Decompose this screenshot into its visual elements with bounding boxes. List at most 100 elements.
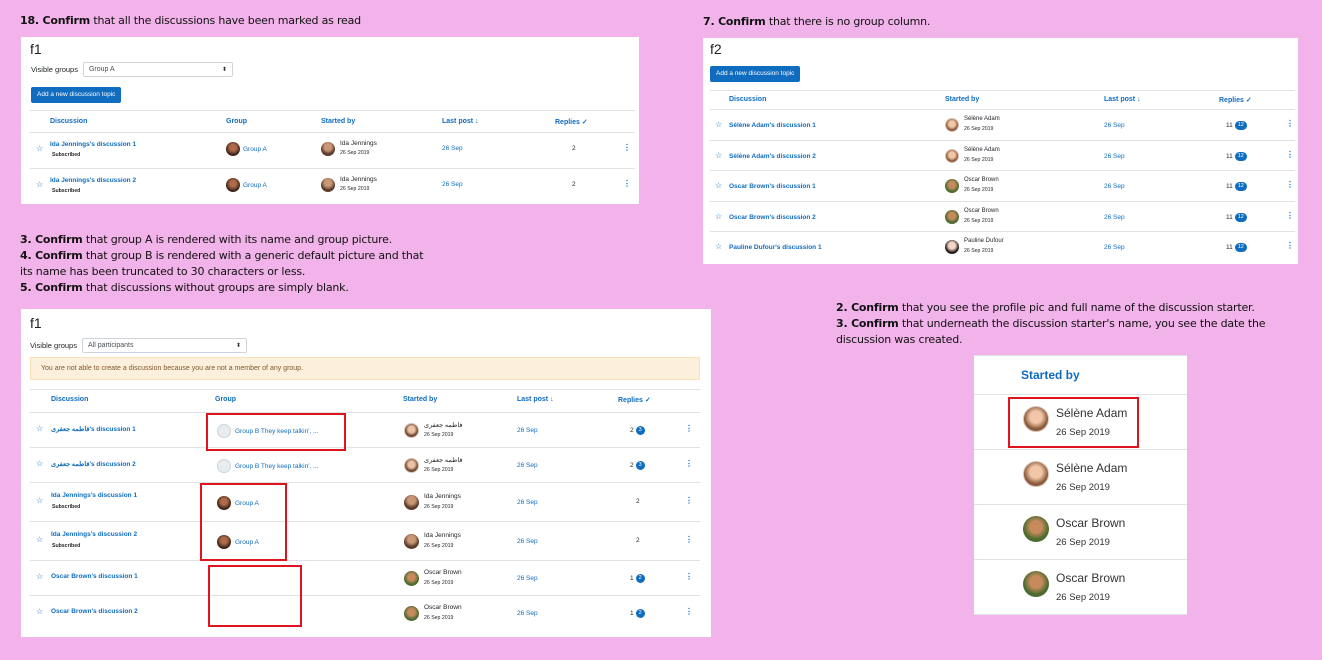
discussion-title-link[interactable]: Pauline Dufour's discussion 1	[729, 244, 822, 251]
col-header-replies[interactable]: Replies ✓	[1219, 96, 1252, 104]
kebab-icon[interactable]: ⋮	[685, 572, 693, 581]
last-post-link[interactable]: 26 Sep	[1104, 244, 1125, 251]
table-row: ☆ فاطمه جعفری's discussion 1 Group B They …	[21, 413, 711, 448]
kebab-icon[interactable]: ⋮	[685, 496, 693, 505]
col-header-group[interactable]: Group	[215, 396, 236, 403]
kebab-icon[interactable]: ⋮	[1286, 241, 1294, 250]
last-post-link[interactable]: 26 Sep	[517, 462, 538, 469]
last-post-link[interactable]: 26 Sep	[517, 538, 538, 545]
unread-badge[interactable]: 3	[635, 426, 645, 435]
star-icon[interactable]: ☆	[36, 572, 43, 581]
last-post-link[interactable]: 26 Sep	[1104, 122, 1125, 129]
last-post-link[interactable]: 26 Sep	[517, 499, 538, 506]
add-discussion-button[interactable]: Add a new discussion topic	[710, 66, 801, 82]
group-name-link[interactable]: Group B They keep talkin', ...	[235, 463, 319, 470]
star-icon[interactable]: ☆	[715, 151, 722, 160]
group-name-link[interactable]: Group A	[243, 182, 267, 189]
group-name-link[interactable]: Group A	[243, 146, 267, 153]
col-header-discussion[interactable]: Discussion	[51, 396, 88, 403]
col-header-discussion[interactable]: Discussion	[729, 96, 766, 103]
star-icon[interactable]: ☆	[36, 496, 43, 505]
star-icon[interactable]: ☆	[36, 535, 43, 544]
highlight-group-b	[206, 413, 346, 451]
unread-badge[interactable]: 12	[1234, 151, 1247, 161]
discussion-title-link[interactable]: Ida Jennings's discussion 2	[50, 177, 136, 184]
group-cell[interactable]: Group B They keep talkin', ...	[217, 459, 319, 473]
group-cell[interactable]: Group A	[226, 142, 267, 156]
unread-badge[interactable]: 2	[635, 574, 645, 583]
divider	[30, 110, 635, 111]
starter-date: 26 Sep 2019	[964, 156, 994, 163]
unread-badge[interactable]: 3	[635, 461, 645, 470]
star-icon[interactable]: ☆	[36, 424, 43, 433]
col-header-group[interactable]: Group	[226, 118, 247, 125]
col-header-last-post[interactable]: Last post ↓	[517, 396, 554, 403]
discussion-title-link[interactable]: Ida Jennings's discussion 2	[51, 531, 137, 538]
discussion-title-link[interactable]: Ida Jennings's discussion 1	[50, 141, 136, 148]
unread-badge[interactable]: 12	[1234, 121, 1247, 130]
last-post-link[interactable]: 26 Sep	[442, 145, 463, 152]
kebab-icon[interactable]: ⋮	[685, 607, 693, 616]
unread-badge[interactable]: 12	[1234, 182, 1247, 191]
kebab-icon[interactable]: ⋮	[1286, 211, 1294, 220]
kebab-icon[interactable]: ⋮	[685, 459, 693, 468]
starter-date: 26 Sep 2019	[964, 217, 994, 224]
last-post-link[interactable]: 26 Sep	[517, 575, 538, 582]
col-header-started-by[interactable]: Started by	[945, 96, 979, 103]
star-icon[interactable]: ☆	[36, 180, 43, 189]
discussion-title-link[interactable]: Oscar Brown's discussion 2	[51, 608, 138, 615]
unread-badge[interactable]: 2	[635, 609, 645, 618]
col-header-started-by[interactable]: Started by	[403, 396, 437, 403]
last-post-link[interactable]: 26 Sep	[1104, 153, 1125, 160]
kebab-icon[interactable]: ⋮	[685, 424, 693, 433]
kebab-icon[interactable]: ⋮	[1286, 119, 1294, 128]
starter-name: فاطمه جعفری	[424, 422, 463, 429]
last-post-link[interactable]: 26 Sep	[1104, 214, 1125, 221]
group-cell[interactable]: Group A	[226, 178, 267, 192]
discussion-title-link[interactable]: Oscar Brown's discussion 2	[729, 214, 816, 221]
group-select[interactable]: All participants ⬍	[81, 338, 247, 353]
star-icon[interactable]: ☆	[36, 144, 43, 153]
star-icon[interactable]: ☆	[715, 181, 722, 190]
discussion-title-link[interactable]: فاطمه جعفری's discussion 1	[51, 425, 136, 433]
unread-badge[interactable]: 12	[1234, 212, 1247, 222]
col-header-replies[interactable]: Replies ✓	[618, 396, 651, 404]
col-header-discussion[interactable]: Discussion	[50, 118, 87, 125]
last-post-link[interactable]: 26 Sep	[517, 427, 538, 434]
star-icon[interactable]: ☆	[715, 120, 722, 129]
add-discussion-button[interactable]: Add a new discussion topic	[31, 87, 122, 103]
star-icon[interactable]: ☆	[36, 607, 43, 616]
divider	[710, 90, 1295, 91]
discussion-title-link[interactable]: Sélène Adam's discussion 2	[729, 153, 816, 160]
table-row: ☆ Ida Jennings's discussion 2 Subscribed Gr…	[21, 169, 639, 204]
table-row: ☆ Sélène Adam's discussion 2 Sélène Adam 26…	[703, 141, 1298, 171]
col-header-replies[interactable]: Replies ✓	[555, 118, 588, 126]
star-icon[interactable]: ☆	[36, 459, 43, 468]
kebab-icon[interactable]: ⋮	[623, 179, 631, 188]
group-select[interactable]: Group A ⬍	[82, 62, 233, 77]
col-header-last-post[interactable]: Last post ↓	[442, 118, 479, 125]
unread-badge[interactable]: 12	[1234, 243, 1247, 252]
forum-panel-f2: f2 Add a new discussion topic Discussion…	[703, 38, 1298, 264]
discussion-title-link[interactable]: Oscar Brown's discussion 1	[729, 183, 816, 190]
starter-row: Oscar Brown 26 Sep 2019	[974, 560, 1187, 615]
kebab-icon[interactable]: ⋮	[1286, 180, 1294, 189]
discussion-title-link[interactable]: Ida Jennings's discussion 1	[51, 492, 137, 499]
col-header-started-by[interactable]: Started by	[321, 118, 355, 125]
last-post-link[interactable]: 26 Sep	[517, 610, 538, 617]
col-header-last-post[interactable]: Last post ↓	[1104, 96, 1141, 103]
discussion-title-link[interactable]: فاطمه جعفری's discussion 2	[51, 460, 136, 468]
reply-count: 23	[630, 426, 645, 435]
starter-date: 26 Sep 2019	[1056, 537, 1110, 548]
col-header-started-by[interactable]: Started by	[1021, 368, 1080, 382]
last-post-link[interactable]: 26 Sep	[1104, 183, 1125, 190]
last-post-link[interactable]: 26 Sep	[442, 181, 463, 188]
kebab-icon[interactable]: ⋮	[1286, 150, 1294, 159]
kebab-icon[interactable]: ⋮	[685, 535, 693, 544]
discussion-title-link[interactable]: Oscar Brown's discussion 1	[51, 573, 138, 580]
highlight-starter	[1008, 397, 1139, 448]
star-icon[interactable]: ☆	[715, 212, 722, 221]
star-icon[interactable]: ☆	[715, 242, 722, 251]
discussion-title-link[interactable]: Sélène Adam's discussion 1	[729, 122, 816, 129]
kebab-icon[interactable]: ⋮	[623, 143, 631, 152]
